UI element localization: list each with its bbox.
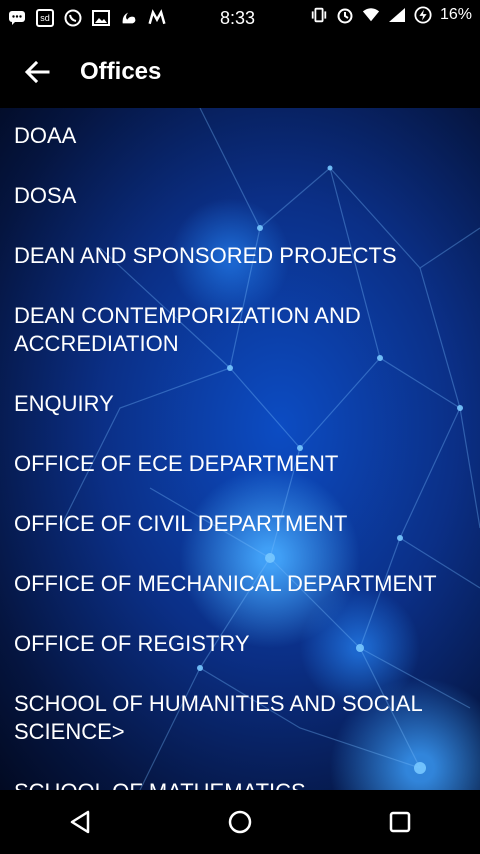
list-item-dean-sponsored-projects[interactable]: DEAN AND SPONSORED PROJECTS [0,228,480,288]
status-notification-icons: sd [8,9,166,27]
clock: 8:33 [220,8,256,28]
sd-card-icon: sd [36,9,54,27]
app-bar: Offices [0,36,480,108]
alarm-icon [336,6,354,24]
page-title: Offices [80,58,162,85]
back-triangle-icon [70,810,90,834]
status-bar: sd 8:33 16% [0,0,480,36]
arrow-left-icon [24,60,50,84]
list-item-humanities-school[interactable]: SCHOOL OF HUMANITIES AND SOCIAL SCIENCE> [0,676,480,764]
nav-back-button[interactable] [50,792,110,852]
list-item-doaa[interactable]: DOAA [0,108,480,168]
whatsapp-icon [64,9,82,27]
home-circle-icon [228,810,252,834]
back-button[interactable] [0,36,74,108]
wifi-icon [362,6,380,24]
m-icon [148,9,166,27]
status-system-icons: 16% [310,6,472,24]
system-navigation-bar [0,790,480,854]
signal-icon [388,6,406,24]
list-item-mechanical-office[interactable]: OFFICE OF MECHANICAL DEPARTMENT [0,556,480,616]
battery-icon [414,6,432,24]
offices-list: DOAA DOSA DEAN AND SPONSORED PROJECTS DE… [0,108,480,790]
offices-list-container[interactable]: DOAA DOSA DEAN AND SPONSORED PROJECTS DE… [0,108,480,790]
list-item-dosa[interactable]: DOSA [0,168,480,228]
image-icon [92,9,110,27]
chat-icon [8,9,26,27]
list-item-civil-office[interactable]: OFFICE OF CIVIL DEPARTMENT [0,496,480,556]
list-item-dean-contemporization[interactable]: DEAN CONTEMPORIZATION AND ACCREDIATION [0,288,480,376]
battery-percent: 16% [439,6,472,23]
nav-home-button[interactable] [210,792,270,852]
list-item-enquiry[interactable]: ENQUIRY [0,376,480,436]
vibrate-icon [310,6,328,24]
recents-square-icon [389,811,411,833]
uc-browser-icon [120,9,138,27]
list-item-mathematics-school[interactable]: SCHOOL OF MATHEMATICS [0,764,480,790]
nav-recents-button[interactable] [370,792,430,852]
list-item-registry[interactable]: OFFICE OF REGISTRY [0,616,480,676]
list-item-ece-office[interactable]: OFFICE OF ECE DEPARTMENT [0,436,480,496]
